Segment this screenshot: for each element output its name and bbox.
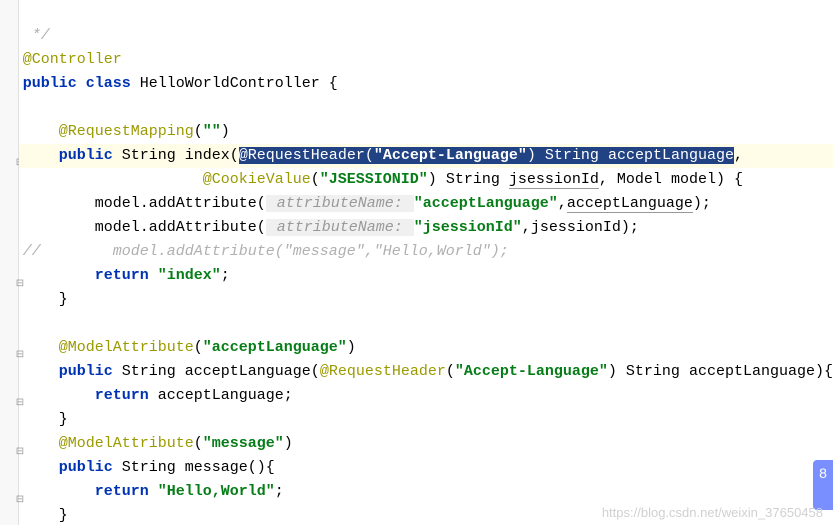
keyword: public xyxy=(59,459,113,476)
keyword: return xyxy=(95,267,149,284)
string: "JSESSIONID" xyxy=(320,171,428,188)
type: Model xyxy=(617,171,662,188)
code-text: , xyxy=(522,219,531,236)
keyword: class xyxy=(86,75,131,92)
code-text: model.addAttribute( xyxy=(95,195,266,212)
string: "Hello,World" xyxy=(158,483,275,500)
string: "" xyxy=(203,123,221,140)
code-text: ); xyxy=(693,195,711,212)
type: String xyxy=(122,363,176,380)
code-text: ){ xyxy=(815,363,833,380)
code-text: ( xyxy=(311,171,320,188)
code-text: ; xyxy=(275,483,284,500)
code-text: , xyxy=(734,147,743,164)
keyword: public xyxy=(23,75,77,92)
code-area[interactable]: */ @Controller public class HelloWorldCo… xyxy=(19,0,833,525)
class-name: HelloWorldController xyxy=(140,75,320,92)
annotation: @RequestHeader xyxy=(320,363,446,380)
code-text: ( xyxy=(230,147,239,164)
code-text: , xyxy=(558,195,567,212)
code-text: , xyxy=(599,171,608,188)
annotation: @Controller xyxy=(23,51,122,68)
variable: jsessionId xyxy=(509,171,599,189)
variable: model xyxy=(671,171,716,188)
variable: acceptLanguage xyxy=(158,387,284,404)
type: String xyxy=(626,363,680,380)
variable: jsessionId xyxy=(531,219,621,236)
code-text: ) xyxy=(347,339,356,356)
annotation: @RequestMapping xyxy=(59,123,194,140)
method: index xyxy=(185,147,230,164)
code-text: ( xyxy=(446,363,455,380)
code-text: ) xyxy=(221,123,230,140)
comment: model.addAttribute("message","Hello,Worl… xyxy=(113,243,509,260)
code-text: ; xyxy=(284,387,293,404)
code-text xyxy=(23,3,32,20)
keyword: return xyxy=(95,483,149,500)
code-text: ) xyxy=(428,171,437,188)
string: "jsessionId" xyxy=(414,219,522,236)
type: String xyxy=(122,459,176,476)
param-hint: attributeName: xyxy=(266,219,414,236)
variable: acceptLanguage xyxy=(689,363,815,380)
string: "Accept-Language" xyxy=(455,363,608,380)
code-text: } xyxy=(59,507,68,524)
code-text: ( xyxy=(194,123,203,140)
string: "acceptLanguage" xyxy=(414,195,558,212)
comment-mark: // xyxy=(23,243,41,260)
watermark: https://blog.csdn.net/weixin_37650458 xyxy=(602,505,823,520)
selection: @RequestHeader("Accept-Language") String… xyxy=(239,147,734,164)
annotation: @ModelAttribute xyxy=(59,339,194,356)
gutter: ⊟ ⊟ ⊟ ⊟ ⊟ ⊟ xyxy=(0,0,19,525)
code-text: } xyxy=(59,291,68,308)
code-text: ) xyxy=(284,435,293,452)
keyword: public xyxy=(59,363,113,380)
string: "index" xyxy=(158,267,221,284)
code-text: { xyxy=(320,75,338,92)
code-text: ( xyxy=(194,339,203,356)
keyword: return xyxy=(95,387,149,404)
annotation: @ModelAttribute xyxy=(59,435,194,452)
code-text: ) { xyxy=(716,171,743,188)
type: String xyxy=(122,147,176,164)
code-text: ); xyxy=(621,219,639,236)
comment: */ xyxy=(23,27,50,44)
side-badge[interactable]: 8 xyxy=(813,460,833,510)
param-hint: attributeName: xyxy=(266,195,414,212)
string: "message" xyxy=(203,435,284,452)
code-text: ( xyxy=(311,363,320,380)
string: "acceptLanguage" xyxy=(203,339,347,356)
method: acceptLanguage xyxy=(185,363,311,380)
code-text: ) xyxy=(608,363,617,380)
type: String xyxy=(446,171,500,188)
code-text: (){ xyxy=(248,459,275,476)
variable: acceptLanguage xyxy=(567,195,693,213)
code-editor[interactable]: ⊟ ⊟ ⊟ ⊟ ⊟ ⊟ */ @Controller public class … xyxy=(0,0,833,525)
code-text: ( xyxy=(194,435,203,452)
method: message xyxy=(185,459,248,476)
code-text: ; xyxy=(221,267,230,284)
keyword: public xyxy=(59,147,113,164)
code-text: } xyxy=(59,411,68,428)
code-text: model.addAttribute( xyxy=(95,219,266,236)
annotation: @CookieValue xyxy=(203,171,311,188)
